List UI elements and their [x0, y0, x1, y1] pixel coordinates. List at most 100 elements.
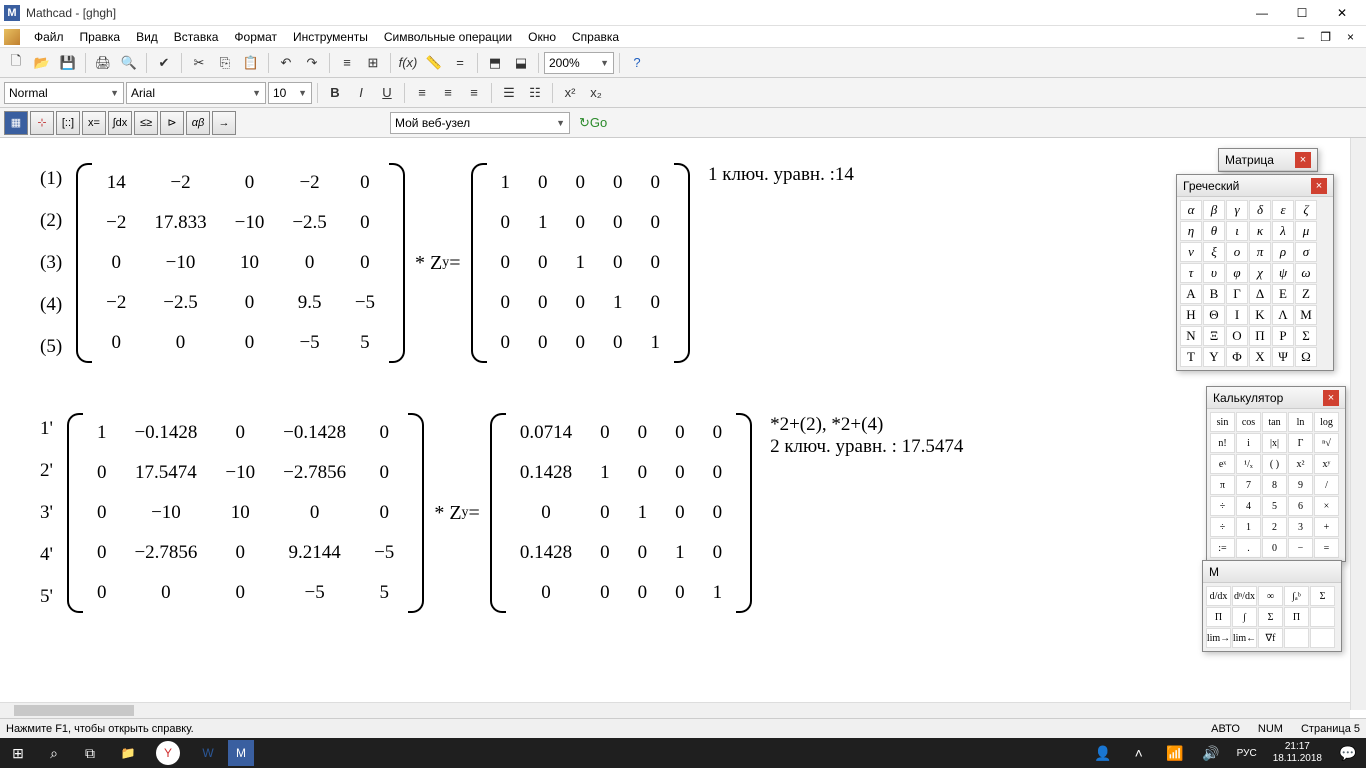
greek-α[interactable]: α: [1180, 200, 1202, 220]
greek-δ[interactable]: δ: [1249, 200, 1271, 220]
calc-key[interactable]: ÷: [1210, 496, 1235, 516]
lang-indicator[interactable]: РУС: [1229, 738, 1265, 768]
calc-key[interactable]: ⁿ√: [1314, 433, 1339, 453]
greek-Μ[interactable]: Μ: [1295, 305, 1317, 325]
spell-button[interactable]: ✔: [152, 51, 176, 75]
calc-key[interactable]: 7: [1236, 475, 1261, 495]
save-button[interactable]: 💾: [56, 51, 80, 75]
greek-palette-button[interactable]: αβ: [186, 111, 210, 135]
greek-Α[interactable]: Α: [1180, 284, 1202, 304]
calc-key[interactable]: Γ: [1288, 433, 1313, 453]
greek-κ[interactable]: κ: [1249, 221, 1271, 241]
greek-Ξ[interactable]: Ξ: [1203, 326, 1225, 346]
bold-button[interactable]: B: [323, 81, 347, 105]
calc-key[interactable]: i: [1236, 433, 1261, 453]
numbering-button[interactable]: ☷: [523, 81, 547, 105]
people-icon[interactable]: 👤: [1085, 738, 1121, 768]
greek-σ[interactable]: σ: [1295, 242, 1317, 262]
mathcad-taskbar[interactable]: M: [228, 740, 254, 766]
mdi-restore[interactable]: ❐: [1312, 28, 1339, 46]
unit-button[interactable]: 📏: [422, 51, 446, 75]
graph-palette-button[interactable]: ⊹: [30, 111, 54, 135]
style-combo[interactable]: Normal▼: [4, 82, 124, 104]
greek-ε[interactable]: ε: [1272, 200, 1294, 220]
greek-υ[interactable]: υ: [1203, 263, 1225, 283]
start-button[interactable]: ⊞: [0, 738, 36, 768]
align-center-button[interactable]: ≡: [436, 81, 460, 105]
copy-button[interactable]: ⎘: [213, 51, 237, 75]
calculus-key[interactable]: Π: [1206, 607, 1231, 627]
menu-view[interactable]: Вид: [128, 28, 166, 46]
calculus-key[interactable]: [1284, 628, 1309, 648]
calculus-key[interactable]: [1310, 628, 1335, 648]
calculus-key[interactable]: ∞: [1258, 586, 1283, 606]
align-button[interactable]: ≡: [335, 51, 359, 75]
matrix-palette[interactable]: Матрица×: [1218, 148, 1318, 172]
greek-ο[interactable]: ο: [1226, 242, 1248, 262]
close-icon[interactable]: ×: [1323, 390, 1339, 406]
preview-button[interactable]: 🔍: [117, 51, 141, 75]
calculus-key[interactable]: lim←: [1232, 628, 1257, 648]
calc-key[interactable]: 5: [1262, 496, 1287, 516]
calc-key[interactable]: tan: [1262, 412, 1287, 432]
greek-ψ[interactable]: ψ: [1272, 263, 1294, 283]
network-icon[interactable]: 📶: [1157, 738, 1193, 768]
italic-button[interactable]: I: [349, 81, 373, 105]
menu-insert[interactable]: Вставка: [166, 28, 227, 46]
greek-ω[interactable]: ω: [1295, 263, 1317, 283]
menu-edit[interactable]: Правка: [72, 28, 129, 46]
greek-Ζ[interactable]: Ζ: [1295, 284, 1317, 304]
calc-key[interactable]: ( ): [1262, 454, 1287, 474]
calc-button[interactable]: =: [448, 51, 472, 75]
calculus-palette-button[interactable]: ∫dx: [108, 111, 132, 135]
greek-Θ[interactable]: Θ: [1203, 305, 1225, 325]
calc-key[interactable]: ¹/ₓ: [1236, 454, 1261, 474]
greek-Β[interactable]: Β: [1203, 284, 1225, 304]
greek-Ρ[interactable]: Ρ: [1272, 326, 1294, 346]
calc-key[interactable]: 0: [1262, 538, 1287, 558]
calculus-key[interactable]: d/dx: [1206, 586, 1231, 606]
greek-ι[interactable]: ι: [1226, 221, 1248, 241]
greek-Γ[interactable]: Γ: [1226, 284, 1248, 304]
minimize-button[interactable]: —: [1242, 0, 1282, 26]
fx-button[interactable]: f(x): [396, 51, 420, 75]
greek-θ[interactable]: θ: [1203, 221, 1225, 241]
calc-key[interactable]: 3: [1288, 517, 1313, 537]
greek-Ι[interactable]: Ι: [1226, 305, 1248, 325]
zoom-combo[interactable]: 200%▼: [544, 52, 614, 74]
calc-key[interactable]: 8: [1262, 475, 1287, 495]
calc-key[interactable]: ÷: [1210, 517, 1235, 537]
search-button[interactable]: ⌕: [36, 738, 72, 768]
new-button[interactable]: 🗋: [4, 51, 28, 75]
align2-button[interactable]: ⊞: [361, 51, 385, 75]
calc-key[interactable]: |x|: [1262, 433, 1287, 453]
calc-key[interactable]: xʸ: [1314, 454, 1339, 474]
bullets-button[interactable]: ☰: [497, 81, 521, 105]
calculus-key[interactable]: ∫ₐᵇ: [1284, 586, 1309, 606]
greek-Κ[interactable]: Κ: [1249, 305, 1271, 325]
calc-key[interactable]: 1: [1236, 517, 1261, 537]
greek-η[interactable]: η: [1180, 221, 1202, 241]
calculus-key[interactable]: Σ: [1310, 586, 1335, 606]
calc-key[interactable]: ln: [1288, 412, 1313, 432]
undo-button[interactable]: ↶: [274, 51, 298, 75]
menu-help[interactable]: Справка: [564, 28, 627, 46]
open-button[interactable]: 📂: [30, 51, 54, 75]
calc-key[interactable]: +: [1314, 517, 1339, 537]
calculus-key[interactable]: lim→: [1206, 628, 1231, 648]
greek-χ[interactable]: χ: [1249, 263, 1271, 283]
help-button[interactable]: ?: [625, 51, 649, 75]
greek-Υ[interactable]: Υ: [1203, 347, 1225, 367]
greek-Η[interactable]: Η: [1180, 305, 1202, 325]
calc-key[interactable]: eˣ: [1210, 454, 1235, 474]
notifications-icon[interactable]: 💬: [1330, 738, 1366, 768]
calc-key[interactable]: 2: [1262, 517, 1287, 537]
greek-γ[interactable]: γ: [1226, 200, 1248, 220]
close-button[interactable]: ✕: [1322, 0, 1362, 26]
underline-button[interactable]: U: [375, 81, 399, 105]
calculus-key[interactable]: [1310, 607, 1335, 627]
greek-Τ[interactable]: Τ: [1180, 347, 1202, 367]
greek-Σ[interactable]: Σ: [1295, 326, 1317, 346]
calc-key[interactable]: =: [1314, 538, 1339, 558]
go-button[interactable]: ↻ Go: [572, 111, 614, 135]
